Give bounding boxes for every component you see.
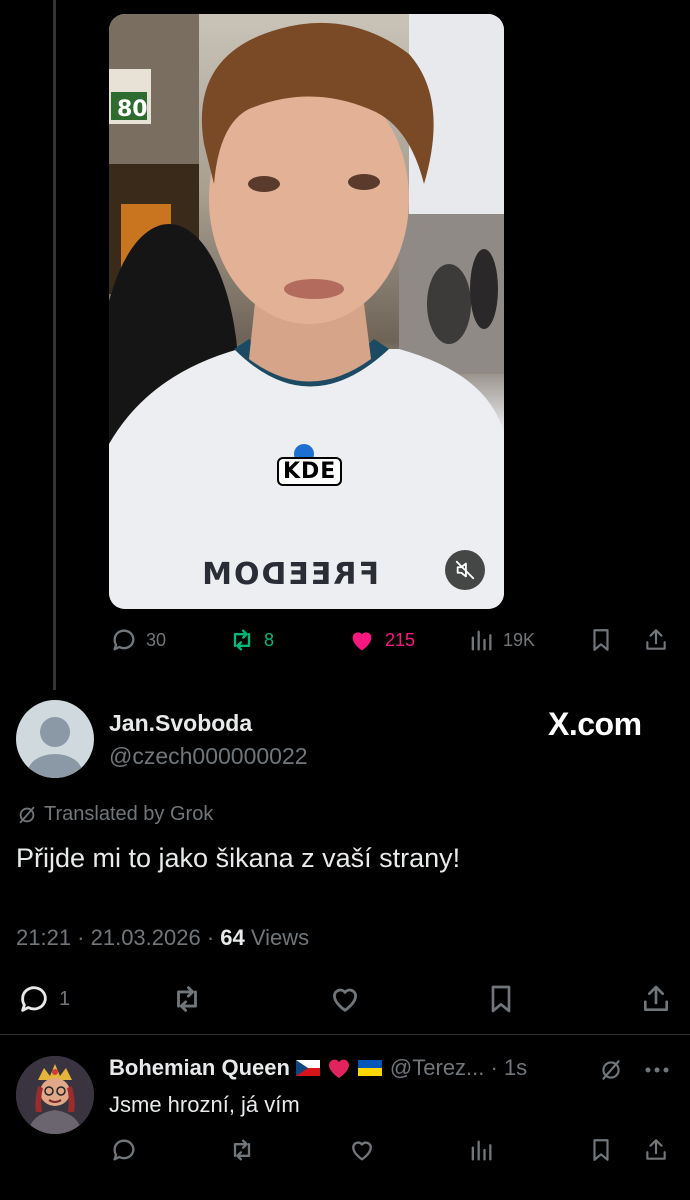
- views-button[interactable]: [467, 1136, 495, 1164]
- bookmark-icon: [593, 629, 609, 651]
- translated-label[interactable]: Translated by Grok: [16, 803, 213, 826]
- share-icon: [646, 629, 666, 650]
- like-count: 215: [385, 629, 416, 650]
- avatar[interactable]: [16, 700, 94, 778]
- repost-icon: [233, 629, 251, 651]
- translate-icon: [602, 1060, 620, 1080]
- bookmark-button[interactable]: [588, 1136, 614, 1164]
- share-button[interactable]: [643, 626, 669, 654]
- bookmark-icon: [593, 1139, 609, 1161]
- video-player[interactable]: 80 FREEDOM KDE: [109, 14, 504, 609]
- default-avatar-icon: [28, 717, 82, 778]
- watermark: X.com: [548, 706, 642, 742]
- reply-text: Jsme hrozní, já vím: [109, 1092, 300, 1117]
- bookmark-icon: [491, 985, 511, 1013]
- author-handle[interactable]: @czech000000022: [109, 743, 308, 770]
- video-caption: KDE: [277, 457, 343, 486]
- heart-icon: [328, 1059, 349, 1078]
- translated-text: Translated by Grok: [44, 803, 214, 825]
- views-label: Views: [244, 925, 310, 950]
- like-button[interactable]: 215: [347, 626, 415, 654]
- reply-icon: [21, 986, 47, 1012]
- tweet-time[interactable]: 21:21 · 21.03.2026 ·: [16, 925, 220, 950]
- thread-line: [53, 0, 56, 690]
- reply-button[interactable]: 30: [110, 626, 166, 654]
- czech-flag-icon: [295, 1060, 320, 1076]
- mute-icon: [455, 560, 475, 580]
- divider: [0, 1034, 690, 1035]
- bookmark-button[interactable]: [588, 626, 614, 654]
- share-icon: [644, 985, 668, 1011]
- reply-icon: [113, 1139, 135, 1161]
- reply-button[interactable]: [110, 1136, 138, 1164]
- like-icon: [352, 632, 372, 651]
- reply-avatar[interactable]: [16, 1056, 94, 1134]
- repost-button[interactable]: [170, 982, 204, 1016]
- reply-icon: [113, 629, 135, 651]
- avatar-illustration: [16, 1056, 94, 1134]
- repost-count: 8: [264, 629, 275, 650]
- more-icon: [645, 1067, 669, 1073]
- reply-author-handle[interactable]: @Terez... · 1s: [390, 1055, 527, 1081]
- tweet-text: Přijde mi to jako šikana z vaší strany!: [16, 843, 461, 873]
- views-button[interactable]: 19K: [467, 626, 535, 654]
- shirt-text: FREEDOM: [200, 557, 379, 592]
- like-button[interactable]: [347, 1136, 377, 1164]
- reply-count: 1: [59, 987, 71, 1010]
- mute-button[interactable]: [445, 550, 485, 590]
- more-button[interactable]: [644, 1060, 670, 1085]
- share-icon: [646, 1139, 666, 1160]
- repost-button[interactable]: [228, 1136, 256, 1164]
- views-icon: [471, 1140, 492, 1161]
- repost-button[interactable]: 8: [228, 626, 274, 654]
- ukraine-flag-icon: [357, 1060, 382, 1076]
- share-button[interactable]: [643, 1136, 669, 1164]
- svg-text:80: 80: [117, 97, 148, 122]
- reply-author-name[interactable]: Bohemian Queen: [109, 1055, 290, 1081]
- repost-icon: [233, 1139, 251, 1161]
- video-frame: 80 FREEDOM: [109, 14, 504, 609]
- reply-header: Bohemian Queen @Terez... · 1s: [109, 1055, 527, 1081]
- reply-count: 30: [146, 629, 167, 650]
- bookmark-button[interactable]: [485, 982, 517, 1016]
- repost-icon: [177, 986, 197, 1012]
- author-name[interactable]: Jan.Svoboda: [109, 710, 252, 737]
- like-button[interactable]: [327, 982, 363, 1016]
- views-count: 19K: [503, 629, 536, 650]
- like-icon: [332, 988, 358, 1012]
- reply-button[interactable]: 1: [17, 982, 70, 1016]
- views-number: 64: [220, 925, 245, 950]
- views-icon: [471, 630, 492, 651]
- share-button[interactable]: [640, 982, 672, 1016]
- like-icon: [352, 1141, 372, 1161]
- translate-icon: [19, 806, 35, 823]
- translate-button[interactable]: [598, 1057, 624, 1088]
- tweet-meta: 21:21 · 21.03.2026 · 64 Views: [16, 925, 309, 951]
